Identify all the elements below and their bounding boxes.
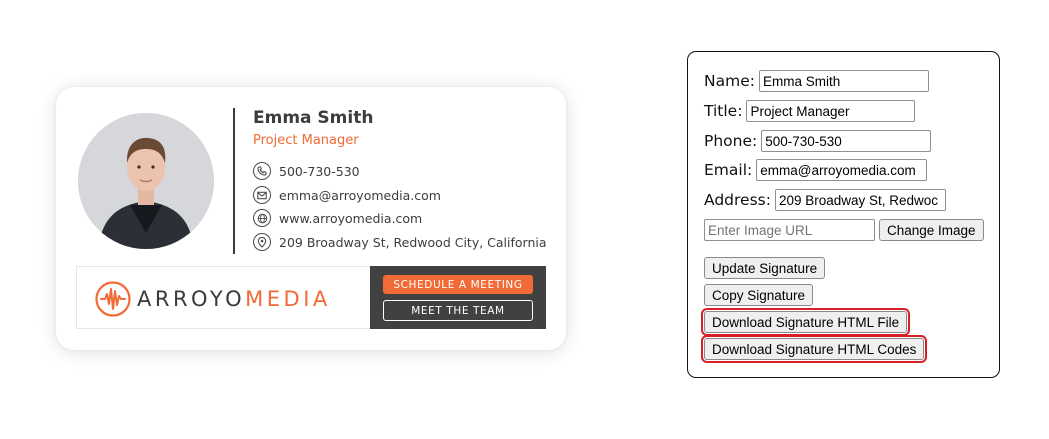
schedule-meeting-button[interactable]: SCHEDULE A MEETING bbox=[383, 275, 533, 294]
signature-editor-panel: Name: Title: Phone: Email: Address: Chan… bbox=[687, 51, 1000, 378]
profile-photo bbox=[78, 113, 214, 249]
vertical-divider bbox=[233, 108, 235, 254]
phone-row: Phone: bbox=[704, 130, 932, 152]
address-input[interactable] bbox=[774, 189, 946, 211]
address-text: 209 Broadway St, Redwood City, Californi… bbox=[279, 234, 547, 250]
contact-phone: 500-730-530 bbox=[253, 161, 360, 181]
signature-banner: ARROYOMEDIA SCHEDULE A MEETING MEET THE … bbox=[76, 266, 546, 329]
signature-title: Project Manager bbox=[253, 133, 359, 148]
email-text: emma@arroyomedia.com bbox=[279, 187, 441, 203]
avatar bbox=[78, 113, 214, 249]
phone-text: 500-730-530 bbox=[279, 163, 360, 179]
phone-icon bbox=[253, 162, 271, 180]
meet-team-button[interactable]: MEET THE TEAM bbox=[383, 300, 533, 321]
image-row: Change Image bbox=[704, 219, 984, 241]
brand-name-part1: ARROYO bbox=[137, 287, 246, 311]
cta-panel: SCHEDULE A MEETING MEET THE TEAM bbox=[370, 266, 546, 329]
title-row: Title: bbox=[704, 100, 916, 122]
globe-icon bbox=[253, 209, 271, 227]
contact-address: 209 Broadway St, Redwood City, Californi… bbox=[253, 232, 547, 252]
phone-label: Phone: bbox=[704, 132, 758, 150]
brand-name-part2: MEDIA bbox=[245, 287, 331, 311]
name-row: Name: bbox=[704, 70, 929, 92]
image-url-input[interactable] bbox=[704, 219, 875, 241]
address-row: Address: bbox=[704, 189, 946, 211]
website-text: www.arroyomedia.com bbox=[279, 210, 423, 226]
download-html-file-button[interactable]: Download Signature HTML File bbox=[700, 308, 911, 336]
email-input[interactable] bbox=[756, 159, 928, 181]
contact-email: emma@arroyomedia.com bbox=[253, 185, 441, 205]
contact-website: www.arroyomedia.com bbox=[253, 208, 422, 228]
address-label: Address: bbox=[704, 191, 771, 209]
email-label: Email: bbox=[704, 161, 753, 179]
email-row: Email: bbox=[704, 159, 928, 181]
name-label: Name: bbox=[704, 72, 755, 90]
download-html-codes-button[interactable]: Download Signature HTML Codes bbox=[700, 335, 928, 363]
title-input[interactable] bbox=[746, 100, 916, 122]
title-label: Title: bbox=[704, 102, 743, 120]
name-input[interactable] bbox=[758, 70, 929, 92]
copy-signature-button[interactable]: Copy Signature bbox=[704, 284, 814, 306]
email-icon bbox=[253, 186, 271, 204]
update-signature-button[interactable]: Update Signature bbox=[704, 257, 826, 279]
phone-input[interactable] bbox=[761, 130, 932, 152]
change-image-button[interactable]: Change Image bbox=[879, 219, 984, 241]
location-icon bbox=[253, 233, 271, 251]
soundwave-logo-icon bbox=[95, 281, 131, 317]
brand-logo: ARROYOMEDIA bbox=[95, 281, 331, 317]
signature-name: Emma Smith bbox=[253, 108, 374, 128]
signature-card: Emma Smith Project Manager 500-730-530 e… bbox=[56, 87, 566, 350]
